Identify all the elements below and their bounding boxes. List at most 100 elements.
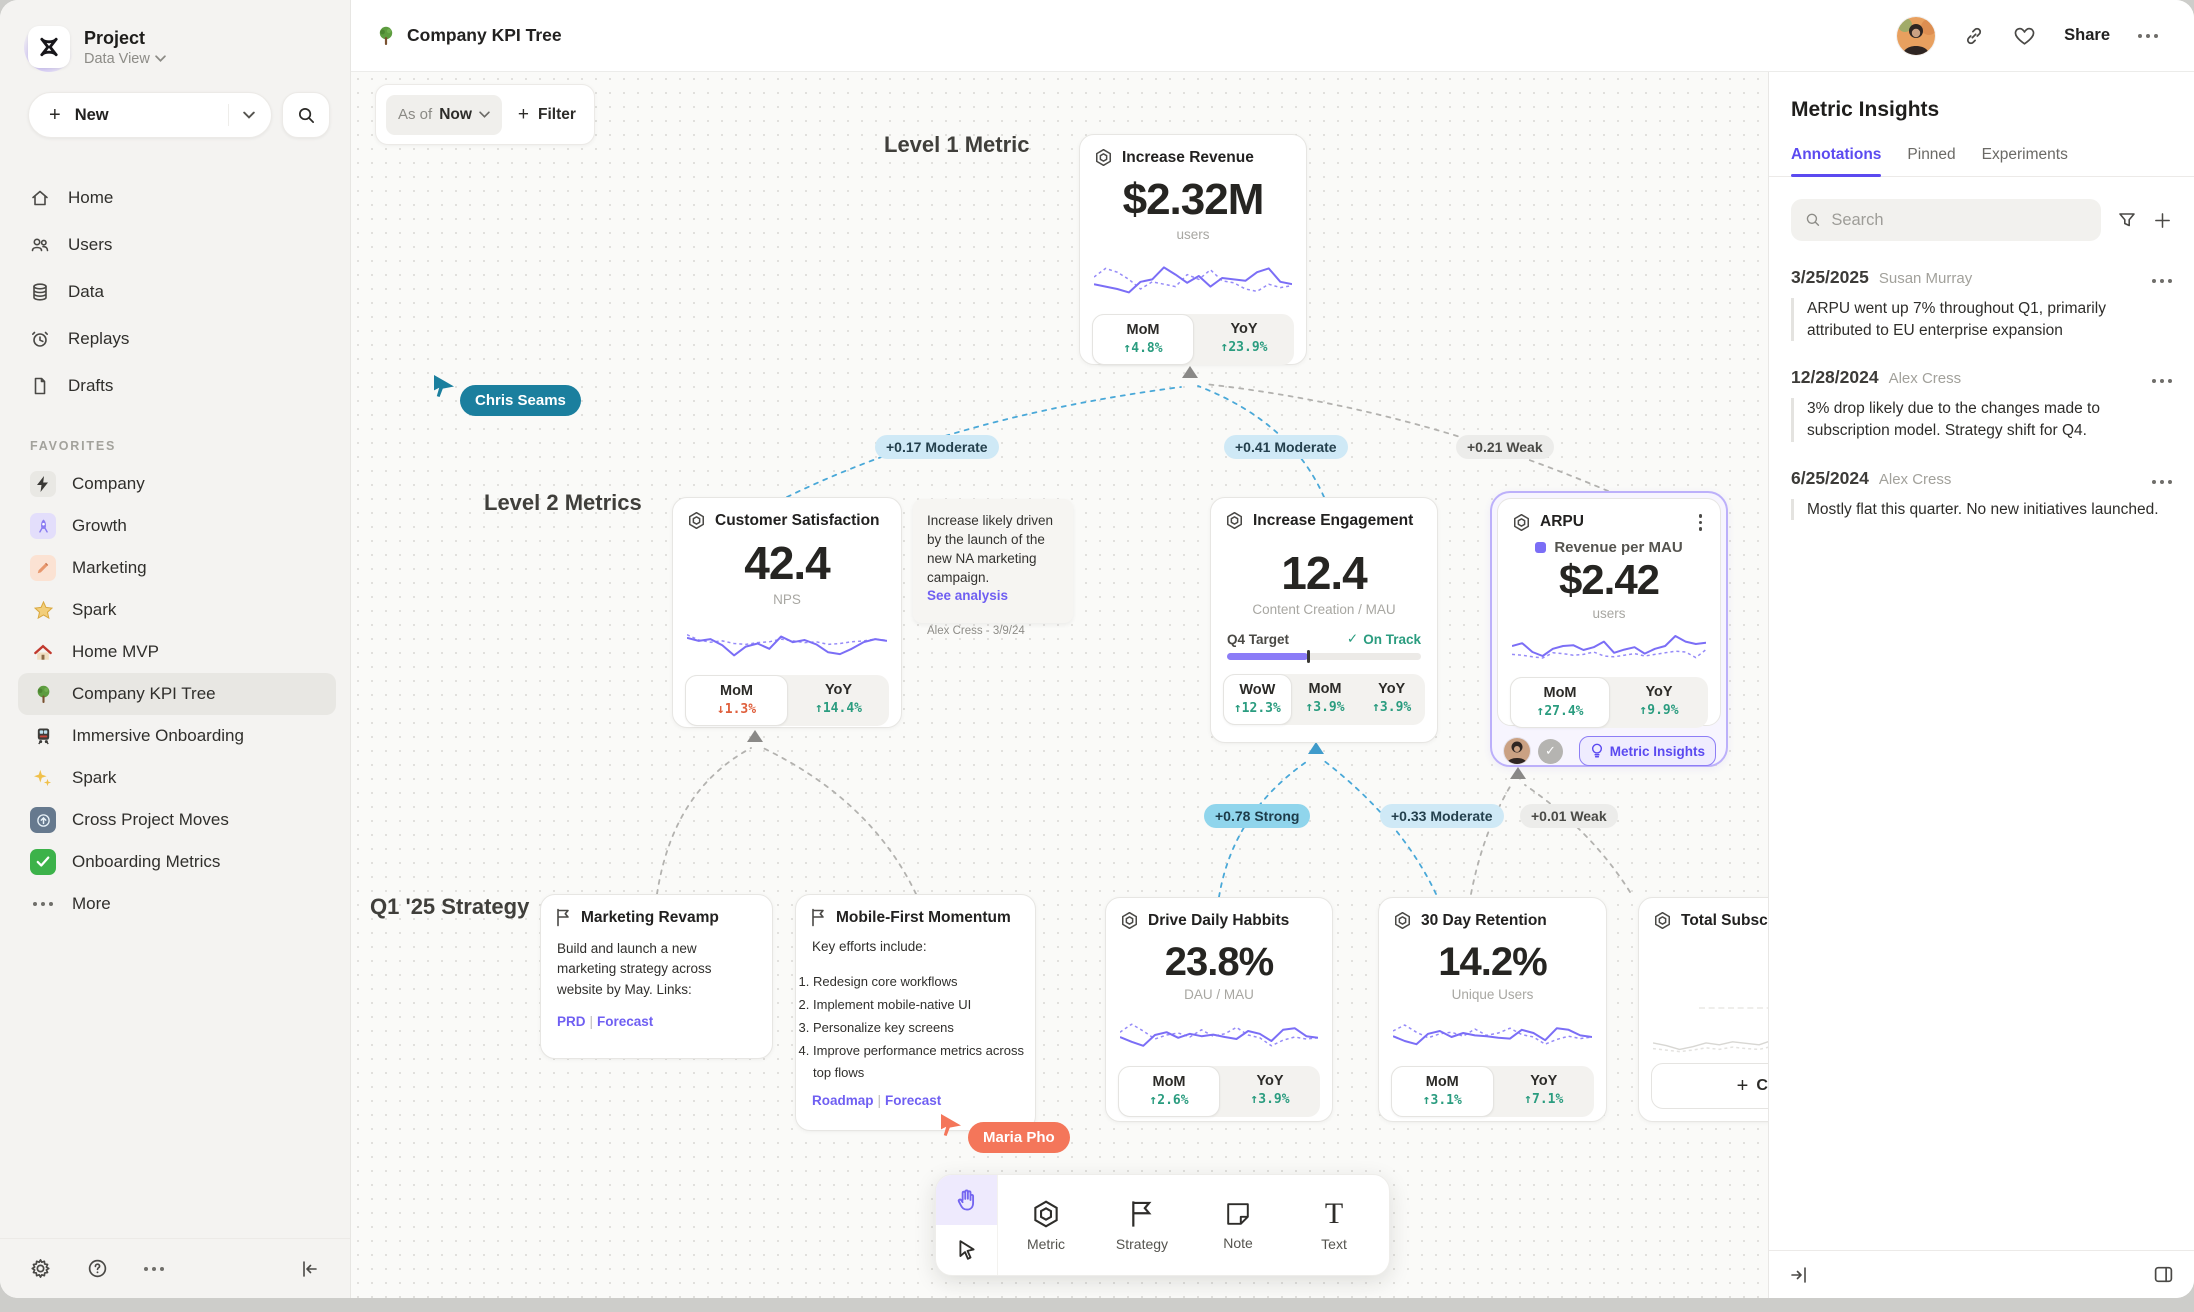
- annotation-item[interactable]: 6/25/2024 Alex Cress Mostly flat this qu…: [1769, 442, 2194, 521]
- stat-yoy[interactable]: YoY↑3.9%: [1220, 1066, 1320, 1117]
- add-filter-button[interactable]: + Filter: [518, 104, 576, 126]
- filter-funnel-icon[interactable]: [2117, 210, 2137, 230]
- stat-wow[interactable]: WoW↑12.3%: [1223, 674, 1292, 725]
- stat-mom[interactable]: MoM↑2.6%: [1118, 1066, 1220, 1117]
- sparkline: [687, 615, 887, 665]
- strategy-card-marketing-revamp[interactable]: Marketing Revamp Build and launch a new …: [540, 894, 773, 1059]
- forecast-link[interactable]: Forecast: [885, 1093, 941, 1108]
- sidebar-search-button[interactable]: [282, 92, 330, 138]
- favorite-growth[interactable]: Growth: [18, 505, 336, 547]
- stat-mom[interactable]: MoM↓1.3%: [685, 675, 788, 726]
- pan-hand-tool[interactable]: [936, 1175, 997, 1225]
- collapse-sidebar-icon[interactable]: [300, 1260, 320, 1278]
- favorite-marketing[interactable]: Marketing: [18, 547, 336, 589]
- metric-insights-button[interactable]: Metric Insights: [1579, 736, 1716, 766]
- favorite-spark[interactable]: Spark: [18, 589, 336, 631]
- new-button[interactable]: + New: [28, 92, 272, 138]
- correlation-pill[interactable]: +0.78 Strong: [1204, 804, 1310, 828]
- split-view-icon[interactable]: [2153, 1265, 2174, 1284]
- copy-link-icon[interactable]: [1963, 25, 1985, 47]
- metric-card-arpu[interactable]: ARPU Revenue per MAU $2.42 users MoM↑27.…: [1497, 498, 1721, 726]
- stat-mom[interactable]: MoM↑27.4%: [1510, 677, 1610, 728]
- metric-card-total-subscriptions[interactable]: Total Subscriptions + Connect: [1638, 897, 1768, 1122]
- target-progress-bar: [1227, 653, 1421, 660]
- see-analysis-link[interactable]: See analysis: [927, 588, 1059, 603]
- annotation-item[interactable]: 12/28/2024 Alex Cress 3% drop likely due…: [1769, 341, 2194, 441]
- stat-yoy[interactable]: YoY↑3.9%: [1358, 674, 1425, 725]
- tab-pinned[interactable]: Pinned: [1907, 146, 1955, 176]
- stat-yoy[interactable]: YoY↑14.4%: [788, 675, 889, 726]
- favorite-company[interactable]: Company: [18, 463, 336, 505]
- metric-card-30-day-retention[interactable]: 30 Day Retention 14.2% Unique Users MoM↑…: [1378, 897, 1607, 1122]
- favorite-cross-project-moves[interactable]: Cross Project Moves: [18, 799, 336, 841]
- stat-yoy[interactable]: YoY↑9.9%: [1610, 677, 1708, 728]
- card-menu-icon[interactable]: [1695, 512, 1707, 533]
- metric-value: $2.32M: [1080, 175, 1306, 225]
- stat-mom[interactable]: MoM↑3.1%: [1391, 1066, 1494, 1117]
- settings-gear-icon[interactable]: [30, 1258, 51, 1279]
- help-icon[interactable]: [87, 1258, 108, 1279]
- prd-link[interactable]: PRD: [557, 1014, 586, 1029]
- correlation-pill[interactable]: +0.41 Moderate: [1224, 435, 1348, 459]
- forecast-link[interactable]: Forecast: [597, 1014, 653, 1029]
- sidebar-item-home[interactable]: Home: [30, 174, 336, 221]
- skeleton-placeholder: [1639, 974, 1768, 983]
- tab-experiments[interactable]: Experiments: [1982, 146, 2068, 176]
- metric-card-arpu-selected[interactable]: ARPU Revenue per MAU $2.42 users MoM↑27.…: [1490, 491, 1728, 767]
- share-button[interactable]: Share: [2064, 26, 2110, 45]
- roadmap-link[interactable]: Roadmap: [812, 1093, 874, 1108]
- sidebar-item-drafts[interactable]: Drafts: [30, 362, 336, 409]
- as-of-dropdown[interactable]: As of Now: [386, 95, 502, 135]
- annotation-search[interactable]: [1791, 199, 2101, 241]
- sidebar-nav: Home Users Data Replays Drafts: [0, 146, 350, 409]
- sidebar-item-replays[interactable]: Replays: [30, 315, 336, 362]
- topbar-more-icon[interactable]: [2138, 34, 2158, 38]
- favorite-company-kpi-tree[interactable]: Company KPI Tree: [18, 673, 336, 715]
- correlation-pill[interactable]: +0.17 Moderate: [875, 435, 999, 459]
- favorite-home-mvp[interactable]: Home MVP: [18, 631, 336, 673]
- annotation-menu-icon[interactable]: [2152, 480, 2172, 484]
- tool-strategy[interactable]: Strategy: [1094, 1175, 1190, 1275]
- sidebar-item-data[interactable]: Data: [30, 268, 336, 315]
- tool-text[interactable]: T Text: [1286, 1175, 1382, 1275]
- stat-mom[interactable]: MoM↑4.8%: [1092, 314, 1194, 365]
- chevron-down-icon[interactable]: [243, 111, 255, 119]
- kpi-tree-canvas[interactable]: As of Now + Filter Level 1 Metric Level …: [351, 72, 1768, 1298]
- correlation-pill[interactable]: +0.33 Moderate: [1380, 804, 1504, 828]
- correlation-pill[interactable]: +0.01 Weak: [1520, 804, 1618, 828]
- sidebar-more-button[interactable]: More: [18, 883, 336, 925]
- tool-metric[interactable]: Metric: [998, 1175, 1094, 1275]
- connect-data-button[interactable]: + Connect: [1651, 1063, 1768, 1109]
- annotator-avatar[interactable]: [1504, 738, 1530, 764]
- strategy-card-mobile-first-momentum[interactable]: Mobile-First Momentum Key efforts includ…: [795, 894, 1036, 1131]
- annotation-item[interactable]: 3/25/2025 Susan Murray ARPU went up 7% t…: [1769, 241, 2194, 341]
- annotation-menu-icon[interactable]: [2152, 379, 2172, 383]
- metric-card-increase-engagement[interactable]: Increase Engagement 12.4 Content Creatio…: [1210, 497, 1438, 743]
- annotation-menu-icon[interactable]: [2152, 279, 2172, 283]
- correlation-pill[interactable]: +0.21 Weak: [1456, 435, 1554, 459]
- sidebar-item-users[interactable]: Users: [30, 221, 336, 268]
- collapse-panel-icon[interactable]: [1789, 1266, 1809, 1284]
- hand-icon: [955, 1188, 979, 1212]
- search-input[interactable]: [1831, 211, 2087, 230]
- stat-toggle: MoM↑27.4% YoY↑9.9%: [1510, 677, 1708, 728]
- tool-note[interactable]: Note: [1190, 1175, 1286, 1275]
- tab-annotations[interactable]: Annotations: [1791, 146, 1881, 176]
- user-avatar[interactable]: [1897, 17, 1935, 55]
- metric-card-drive-daily-habbits[interactable]: Drive Daily Habbits 23.8% DAU / MAU MoM↑…: [1105, 897, 1333, 1122]
- stat-yoy[interactable]: YoY↑23.9%: [1194, 314, 1294, 365]
- stat-mom[interactable]: MoM↑3.9%: [1292, 674, 1359, 725]
- favorite-immersive-onboarding[interactable]: Immersive Onboarding: [18, 715, 336, 757]
- project-switcher[interactable]: Project Data View: [0, 0, 350, 72]
- metric-card-increase-revenue[interactable]: Increase Revenue $2.32M users MoM↑4.8% Y…: [1079, 134, 1307, 365]
- more-options-icon[interactable]: [144, 1267, 164, 1271]
- favorite-spark-2[interactable]: Spark: [18, 757, 336, 799]
- select-cursor-tool[interactable]: [936, 1225, 997, 1275]
- favorite-heart-icon[interactable]: [2013, 25, 2036, 46]
- favorite-onboarding-metrics[interactable]: Onboarding Metrics: [18, 841, 336, 883]
- analysis-note[interactable]: Increase likely driven by the launch of …: [913, 499, 1073, 623]
- add-annotation-icon[interactable]: [2153, 211, 2172, 230]
- metric-card-customer-satisfaction[interactable]: Customer Satisfaction 42.4 NPS MoM↓1.3% …: [672, 497, 902, 728]
- data-view-dropdown[interactable]: Data View: [84, 51, 166, 67]
- stat-yoy[interactable]: YoY↑7.1%: [1494, 1066, 1595, 1117]
